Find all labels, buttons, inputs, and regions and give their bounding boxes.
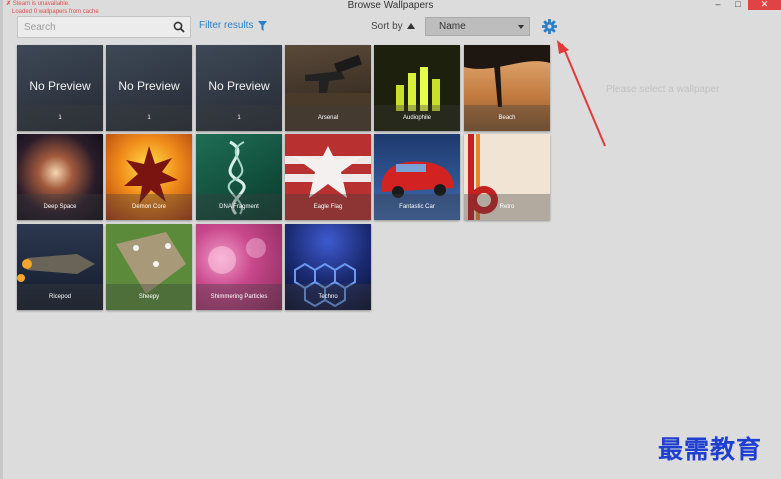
no-preview-text: No Preview — [208, 79, 270, 93]
maximize-button[interactable]: □ — [728, 0, 748, 10]
wallpaper-tile[interactable]: Audiophile — [374, 45, 460, 131]
chevron-down-icon — [518, 25, 524, 29]
wallpaper-tile[interactable]: No Preview 1 — [17, 45, 103, 131]
wallpaper-tile[interactable]: Techno — [285, 224, 371, 310]
wallpaper-label: Beach — [464, 105, 550, 131]
wallpaper-tile[interactable]: Shimmering Particles — [196, 224, 282, 310]
wallpaper-tile[interactable]: Retro — [464, 134, 550, 220]
sort-dropdown-value: Name — [439, 21, 466, 32]
wallpaper-tile[interactable]: Sheepy — [106, 224, 192, 310]
search-input[interactable] — [24, 20, 169, 34]
no-preview-text: No Preview — [118, 79, 180, 93]
gear-icon[interactable] — [542, 19, 557, 34]
wallpaper-label: Shimmering Particles — [196, 284, 282, 310]
wallpaper-label: 1 — [106, 105, 192, 131]
wallpaper-label: Deep Space — [17, 194, 103, 220]
wallpaper-tile[interactable]: Fantastic Car — [374, 134, 460, 220]
wallpaper-tile[interactable]: No Preview 1 — [106, 45, 192, 131]
filter-icon[interactable] — [258, 21, 267, 31]
wallpaper-label: Audiophile — [374, 105, 460, 131]
wallpaper-tile[interactable]: Beach — [464, 45, 550, 131]
wallpaper-label: Ricepod — [17, 284, 103, 310]
wallpaper-tile[interactable]: Demon Core — [106, 134, 192, 220]
wallpaper-tile[interactable]: Ricepod — [17, 224, 103, 310]
wallpaper-label: Sheepy — [106, 284, 192, 310]
sort-dropdown[interactable]: Name — [425, 17, 530, 36]
wallpaper-tile[interactable]: DNA Fragment — [196, 134, 282, 220]
no-preview-text: No Preview — [29, 79, 91, 93]
wallpaper-tile[interactable]: No Preview 1 — [196, 45, 282, 131]
wallpaper-tile[interactable]: Arsenal — [285, 45, 371, 131]
sort-by-label: Sort by — [371, 21, 403, 32]
search-icon[interactable] — [173, 21, 185, 33]
wallpaper-label: Retro — [464, 194, 550, 220]
close-button[interactable]: ✕ — [748, 0, 781, 10]
no-selection-message: Please select a wallpaper — [606, 84, 720, 95]
wallpaper-label: 1 — [196, 105, 282, 131]
window-title: Browse Wallpapers — [347, 0, 434, 11]
wallpaper-label: Techno — [285, 284, 371, 310]
annotation-arrow — [557, 40, 606, 147]
minimize-button[interactable]: – — [708, 0, 728, 10]
wallpaper-label: 1 — [17, 105, 103, 131]
sort-direction-icon[interactable] — [407, 23, 415, 29]
window-left-edge — [0, 0, 3, 479]
wallpaper-label: Demon Core — [106, 194, 192, 220]
wallpaper-label: Eagle Flag — [285, 194, 371, 220]
wallpaper-tile[interactable]: Eagle Flag — [285, 134, 371, 220]
wallpaper-label: DNA Fragment — [196, 194, 282, 220]
wallpaper-label: Arsenal — [285, 105, 371, 131]
wallpaper-label: Fantastic Car — [374, 194, 460, 220]
search-box[interactable] — [17, 16, 191, 38]
filter-results-link[interactable]: Filter results — [199, 20, 253, 31]
watermark-text: 最需教育 — [658, 435, 763, 464]
wallpaper-tile[interactable]: Deep Space — [17, 134, 103, 220]
